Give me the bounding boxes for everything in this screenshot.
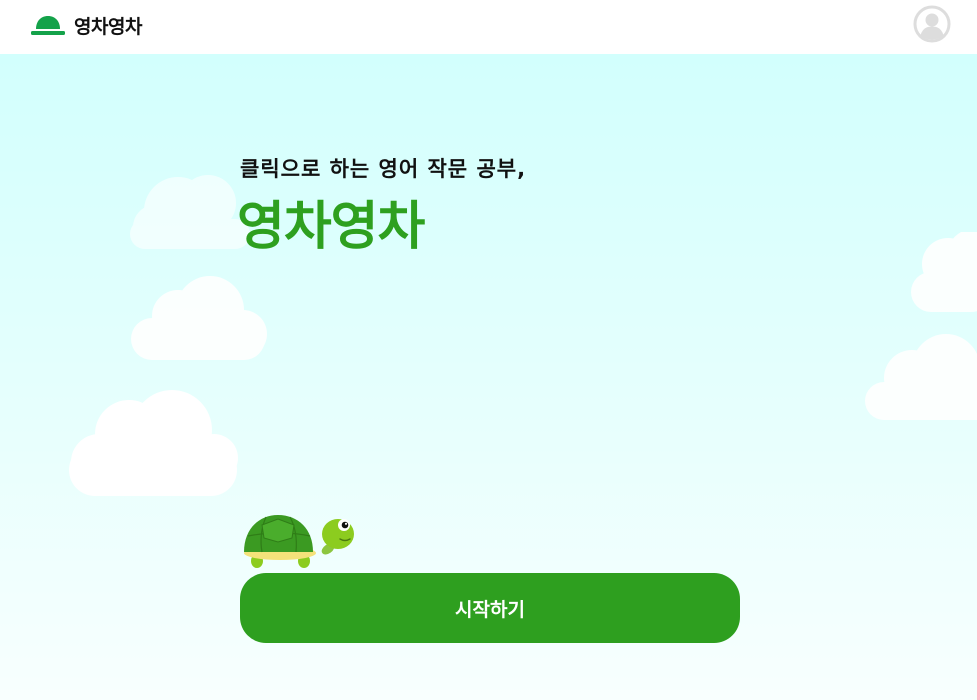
- cloud-decoration: [69, 390, 238, 496]
- user-avatar-icon: [913, 5, 951, 43]
- home-logo-link[interactable]: 영차영차: [30, 10, 142, 40]
- user-avatar-button[interactable]: [913, 5, 951, 43]
- cloud-decoration: [865, 334, 977, 420]
- hero-subtitle: 클릭으로 하는 영어 작문 공부,: [240, 157, 527, 181]
- hero-section: 클릭으로 하는 영어 작문 공부, 영차영차 시작하기: [0, 54, 977, 700]
- logo-text: 영차영차: [74, 15, 142, 38]
- cloud-decoration: [131, 276, 267, 360]
- turtle-illustration: [240, 512, 356, 572]
- cloud-decoration: [911, 232, 977, 312]
- start-button[interactable]: 시작하기: [240, 573, 740, 643]
- helmet-icon: [31, 16, 65, 35]
- top-header: 영차영차: [0, 0, 977, 54]
- hero-title: 영차영차: [237, 197, 425, 257]
- app-page: 영차영차 클릭으로 하는 영어 작문 공부, 영차영차 시작하기: [0, 0, 977, 700]
